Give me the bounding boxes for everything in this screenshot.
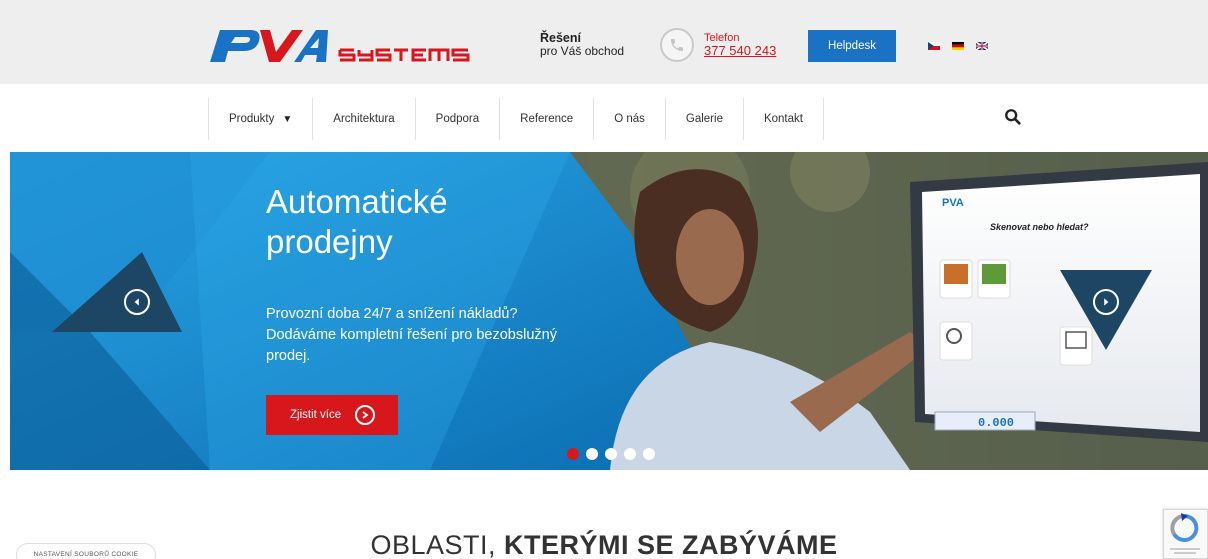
slider-dot[interactable]	[567, 448, 579, 460]
slider-pagination	[567, 448, 655, 460]
phone-icon	[660, 28, 694, 62]
section-title: OBLASTI, KTERÝMI SE ZABÝVÁME	[0, 530, 1208, 559]
chevron-right-circle-icon	[355, 405, 376, 425]
screen-weight: 0.000	[978, 416, 1014, 430]
nav-item-label: Produkty	[229, 113, 275, 125]
slider-prev-icon[interactable]	[124, 289, 150, 315]
screen-heading: Skenovat nebo hledat?	[990, 222, 1089, 232]
nav-item-galerie[interactable]: Galerie	[664, 98, 743, 140]
slider-dot[interactable]	[586, 448, 598, 460]
main-nav: Produkty ▼ Architektura Podpora Reference…	[208, 98, 824, 140]
tagline: Řešení pro Váš obchod	[540, 32, 624, 58]
hero-title: Automatické prodejny	[266, 183, 448, 260]
pva-systems-logo[interactable]	[206, 24, 476, 66]
flag-de-icon[interactable]	[952, 42, 964, 50]
slider-dot[interactable]	[605, 448, 617, 460]
flag-cz-icon[interactable]	[928, 42, 940, 50]
tagline-subtitle: pro Váš obchod	[540, 44, 625, 58]
hero-slider: PVA Skenovat nebo hledat? 0.000 Automati…	[10, 152, 1208, 470]
section-title-light: OBLASTI,	[370, 530, 496, 559]
learn-more-label: Zjistit více	[290, 409, 342, 421]
nav-item-reference[interactable]: Reference	[499, 98, 593, 140]
slider-dot[interactable]	[643, 448, 655, 460]
hero-description: Provozní doba 24/7 a snížení nákladů? Do…	[266, 306, 557, 364]
nav-item-podpora[interactable]: Podpora	[414, 98, 499, 140]
helpdesk-button[interactable]: Helpdesk	[808, 30, 896, 62]
caret-down-icon: ▼	[282, 114, 293, 125]
phone-number-link[interactable]: 377 540 243	[704, 44, 776, 57]
nav-item-architektura[interactable]: Architektura	[312, 98, 414, 140]
recaptcha-icon	[1170, 513, 1200, 554]
slider-dot[interactable]	[624, 448, 636, 460]
nav-item-produkty[interactable]: Produkty ▼	[208, 98, 312, 140]
svg-text:PVA: PVA	[942, 197, 964, 209]
hero-background: PVA Skenovat nebo hledat? 0.000	[10, 152, 1208, 470]
slider-next-icon[interactable]	[1093, 289, 1119, 315]
recaptcha-badge[interactable]	[1163, 509, 1208, 559]
learn-more-button[interactable]: Zjistit více	[266, 395, 398, 435]
flag-en-icon[interactable]	[976, 42, 988, 50]
search-icon[interactable]	[1004, 108, 1022, 126]
cookie-settings-button[interactable]: NASTAVENÍ SOUBORŮ COOKIE	[16, 543, 156, 559]
nav-item-kontakt[interactable]: Kontakt	[742, 98, 824, 140]
phone-contact: Telefon 377 540 243	[704, 32, 776, 57]
nav-item-o-nas[interactable]: O nás	[593, 98, 665, 140]
section-title-bold: KTERÝMI SE ZABÝVÁME	[504, 530, 838, 559]
language-flags	[928, 42, 988, 50]
